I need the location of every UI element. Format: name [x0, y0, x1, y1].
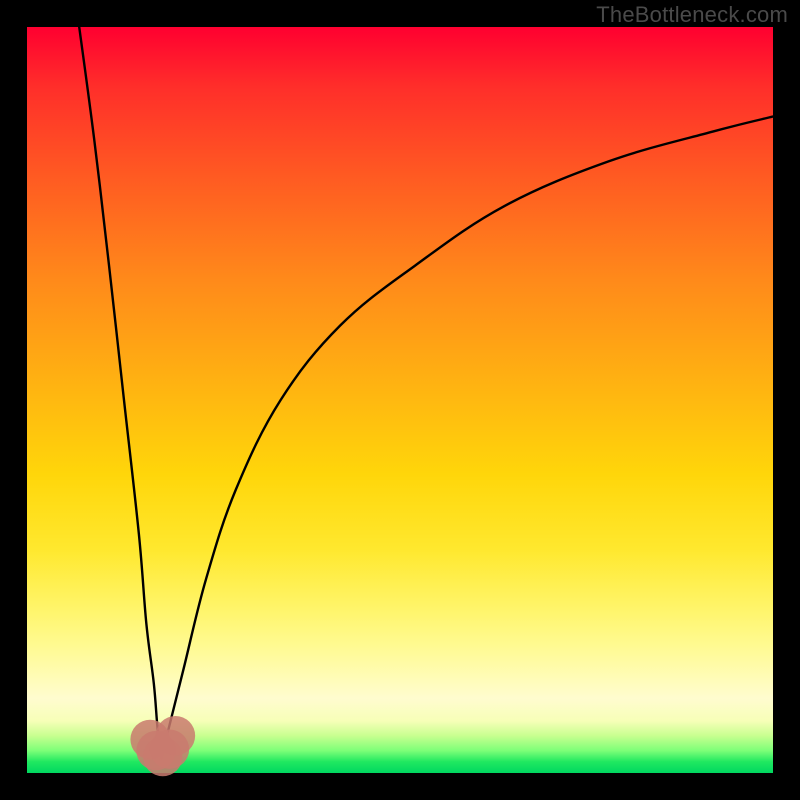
curve-left-branch [79, 27, 161, 758]
curve-right-branch [161, 117, 773, 759]
trough-marker [156, 716, 195, 755]
watermark-text: TheBottleneck.com [596, 2, 788, 28]
trough-markers [130, 716, 195, 776]
plot-area [27, 27, 773, 773]
chart-frame: TheBottleneck.com [0, 0, 800, 800]
bottleneck-curve-svg [27, 27, 773, 773]
